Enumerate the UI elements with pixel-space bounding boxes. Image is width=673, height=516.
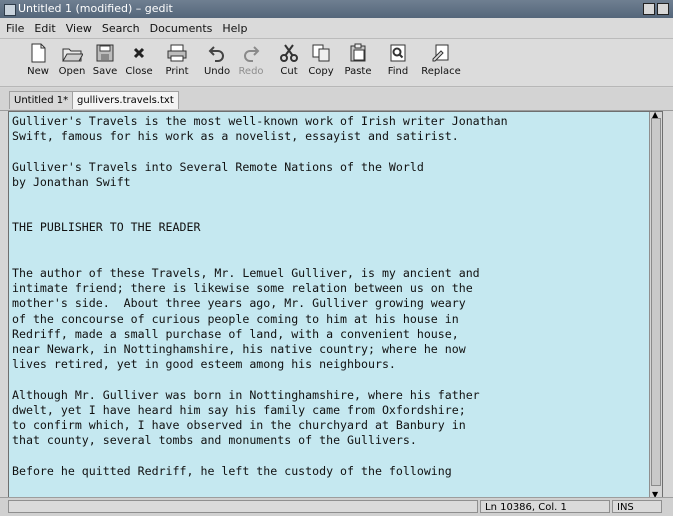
editor-frame: Gulliver's Travels is the most well-know…: [8, 111, 663, 499]
minimize-button[interactable]: [643, 3, 655, 15]
close-button[interactable]: Close: [119, 42, 159, 82]
menu-file[interactable]: File: [6, 22, 24, 35]
paste-icon: [350, 43, 366, 62]
scroll-thumb[interactable]: [651, 118, 661, 486]
replace-icon: [432, 44, 449, 62]
text-editor[interactable]: Gulliver's Travels is the most well-know…: [9, 112, 650, 498]
redo-button[interactable]: Redo: [231, 42, 271, 82]
find-button[interactable]: Find: [378, 42, 418, 82]
menu-bar: File Edit View Search Documents Help: [0, 18, 673, 39]
copy-label: Copy: [308, 66, 334, 77]
copy-icon: [312, 44, 330, 62]
menu-search[interactable]: Search: [102, 22, 140, 35]
window-controls: [643, 3, 669, 15]
status-bar: Ln 10386, Col. 1 INS: [0, 497, 673, 516]
document-tabs: Untitled 1* gullivers.travels.txt: [0, 88, 673, 111]
close-icon: [133, 47, 145, 59]
menu-documents[interactable]: Documents: [150, 22, 213, 35]
undo-icon: [208, 46, 224, 62]
replace-label: Replace: [421, 66, 461, 77]
menu-view[interactable]: View: [66, 22, 92, 35]
status-message: [8, 500, 478, 513]
find-icon: [390, 44, 406, 62]
new-document-icon: [31, 43, 46, 63]
replace-button[interactable]: Replace: [418, 42, 464, 82]
copy-button[interactable]: Copy: [301, 42, 341, 82]
save-icon: [96, 44, 114, 62]
title-bar[interactable]: Untitled 1 (modified) – gedit: [0, 0, 673, 18]
paste-label: Paste: [344, 66, 372, 77]
tab-gullivers-travels[interactable]: gullivers.travels.txt: [72, 91, 179, 109]
window-title: Untitled 1 (modified) – gedit: [18, 2, 173, 15]
app-icon: [4, 4, 16, 16]
vertical-scrollbar[interactable]: ▲ ▼: [649, 111, 662, 499]
redo-icon: [244, 46, 260, 62]
close-label: Close: [125, 66, 153, 77]
gedit-window: Untitled 1 (modified) – gedit File Edit …: [0, 0, 673, 516]
tab-untitled-1[interactable]: Untitled 1*: [9, 91, 74, 109]
find-label: Find: [387, 66, 409, 77]
menu-edit[interactable]: Edit: [34, 22, 55, 35]
cut-icon: [280, 44, 298, 62]
editor-text[interactable]: Gulliver's Travels is the most well-know…: [9, 112, 650, 481]
redo-label: Redo: [238, 66, 264, 77]
print-button[interactable]: Print: [157, 42, 197, 82]
print-label: Print: [165, 66, 189, 77]
cursor-position: Ln 10386, Col. 1: [480, 500, 610, 513]
menu-help[interactable]: Help: [222, 22, 247, 35]
insert-mode: INS: [612, 500, 662, 513]
paste-button[interactable]: Paste: [338, 42, 378, 82]
print-icon: [167, 44, 187, 62]
toolbar: New Open Save Close Print Undo Redo Cut: [0, 39, 673, 87]
maximize-button[interactable]: [657, 3, 669, 15]
open-folder-icon: [62, 48, 83, 62]
